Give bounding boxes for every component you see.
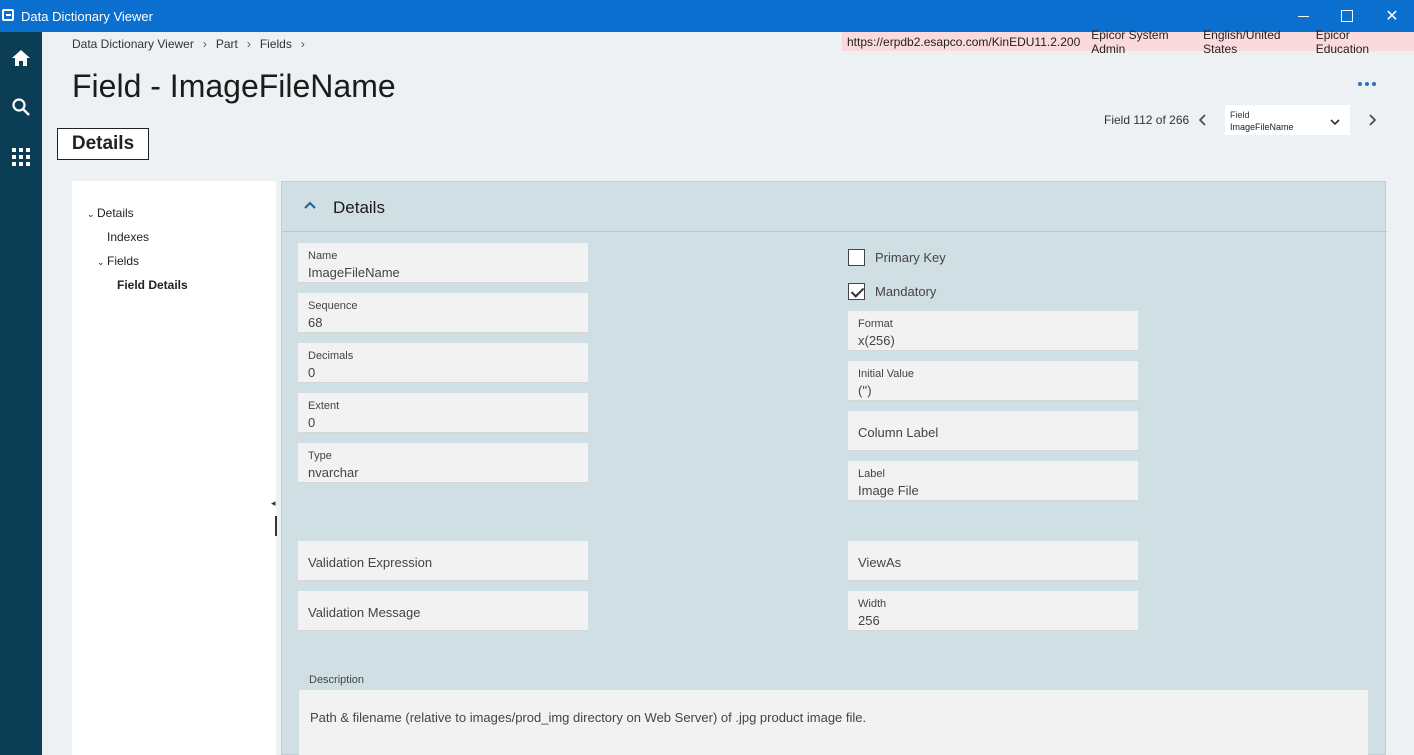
- breadcrumb: Data Dictionary Viewer › Part › Fields ›: [72, 37, 314, 51]
- tree-item-details[interactable]: ⌄ Details: [87, 206, 134, 220]
- home-icon: [12, 50, 30, 66]
- chevron-down-icon: [1330, 119, 1340, 126]
- field-label: Width: [858, 598, 887, 610]
- search-icon: [12, 98, 30, 116]
- field-label: Extent: [308, 400, 340, 412]
- mandatory-checkbox[interactable]: Mandatory: [848, 283, 936, 300]
- decimals-field[interactable]: Decimals 0: [298, 343, 588, 383]
- field-placeholder: Column Label: [858, 425, 939, 440]
- field-value: 0: [308, 415, 316, 430]
- tree-item-label: Fields: [107, 254, 140, 268]
- breadcrumb-separator: ›: [246, 37, 251, 51]
- primary-key-checkbox[interactable]: Primary Key: [848, 249, 946, 266]
- field-placeholder: Validation Expression: [308, 555, 433, 570]
- apps-button[interactable]: [0, 136, 42, 178]
- more-dot-icon: [1365, 82, 1369, 86]
- field-selector[interactable]: Field ImageFileName: [1225, 105, 1350, 135]
- checkbox-box-checked[interactable]: [848, 283, 865, 300]
- checkbox-label: Mandatory: [875, 284, 937, 299]
- field-label: Label: [858, 468, 885, 480]
- field-value: ImageFileName: [308, 265, 400, 280]
- description-label: Description: [309, 674, 365, 686]
- environment-info: https://erpdb2.esapco.com/KinEDU11.2.200…: [842, 28, 1414, 56]
- caret-down-icon: ⌄: [97, 257, 105, 267]
- tree-item-indexes[interactable]: Indexes: [107, 230, 149, 244]
- field-label: Name: [308, 250, 338, 262]
- caret-down-icon: ⌄: [87, 209, 95, 219]
- chevron-up-icon[interactable]: [303, 200, 317, 210]
- record-position: Field 112 of 266: [1104, 113, 1190, 127]
- width-field[interactable]: Width 256: [848, 591, 1138, 631]
- tree-item-label: Field Details: [117, 278, 188, 292]
- breadcrumb-separator: ›: [202, 37, 207, 51]
- field-value: 256: [858, 613, 880, 628]
- tree-item-field-details[interactable]: Field Details: [117, 278, 188, 292]
- details-panel-title: Details: [333, 198, 385, 217]
- tree-item-label: Indexes: [107, 230, 150, 244]
- validation-message-field[interactable]: Validation Message: [298, 591, 588, 631]
- format-field[interactable]: Format x(256): [848, 311, 1138, 351]
- tree-item-label: Details: [97, 206, 134, 220]
- current-company: Epicor Education: [1315, 27, 1370, 56]
- initial-value-field[interactable]: Initial Value (''): [848, 361, 1138, 401]
- app-logo-icon: [2, 9, 14, 21]
- field-placeholder: ViewAs: [858, 555, 902, 570]
- field-selector-value: ImageFileName: [1230, 122, 1294, 132]
- field-value: nvarchar: [308, 465, 359, 480]
- type-field[interactable]: Type nvarchar: [298, 443, 588, 483]
- chevron-left-icon: [1198, 114, 1206, 126]
- apps-grid-icon: [12, 148, 30, 166]
- field-value: Image File: [858, 483, 919, 498]
- field-label: Decimals: [308, 350, 354, 362]
- breadcrumb-separator: ›: [300, 37, 305, 51]
- breadcrumb-item-part[interactable]: Part: [216, 37, 238, 51]
- checkbox-box[interactable]: [848, 249, 865, 266]
- current-language: English/United States: [1203, 27, 1281, 56]
- more-dot-icon: [1372, 82, 1376, 86]
- window-title: Data Dictionary Viewer: [21, 9, 153, 24]
- description-text: Path & filename (relative to images/prod…: [310, 710, 867, 725]
- extent-field[interactable]: Extent 0: [298, 393, 588, 433]
- view-as-field[interactable]: ViewAs: [848, 541, 1138, 581]
- left-nav-rail: [0, 32, 42, 755]
- home-button[interactable]: [0, 37, 42, 79]
- tab-details[interactable]: Details: [57, 128, 149, 160]
- field-label: Type: [308, 450, 332, 462]
- next-record-button[interactable]: [1365, 110, 1379, 130]
- breadcrumb-item-fields[interactable]: Fields: [260, 37, 292, 51]
- previous-record-button[interactable]: [1196, 110, 1210, 130]
- more-options-button[interactable]: [1358, 82, 1376, 86]
- chevron-right-icon: [1369, 114, 1377, 126]
- current-user: Epicor System Admin: [1091, 27, 1169, 56]
- details-panel: Details Name ImageFileName Sequence 68 D…: [281, 181, 1387, 755]
- field-label: Sequence: [308, 300, 358, 312]
- field-label: Initial Value: [858, 368, 915, 380]
- breadcrumb-item-data-dictionary-viewer[interactable]: Data Dictionary Viewer: [72, 37, 194, 51]
- window-titlebar: Data Dictionary Viewer ✕: [0, 0, 1414, 32]
- sequence-field[interactable]: Sequence 68: [298, 293, 588, 333]
- search-button[interactable]: [0, 86, 42, 128]
- column-label-field[interactable]: Column Label: [848, 411, 1138, 451]
- field-selector-label: Field: [1230, 110, 1250, 120]
- splitter-handle[interactable]: [275, 516, 277, 536]
- tree-item-fields[interactable]: ⌄ Fields: [97, 254, 139, 268]
- server-url: https://erpdb2.esapco.com/KinEDU11.2.200: [847, 34, 1081, 49]
- field-value: 0: [308, 365, 316, 380]
- validation-expression-field[interactable]: Validation Expression: [298, 541, 588, 581]
- field-value: x(256): [858, 333, 895, 348]
- field-value: 68: [308, 315, 323, 330]
- label-field[interactable]: Label Image File: [848, 461, 1138, 501]
- checkbox-label: Primary Key: [875, 250, 946, 265]
- name-field[interactable]: Name ImageFileName: [298, 243, 588, 283]
- collapse-splitter-icon[interactable]: ◂: [271, 498, 276, 509]
- field-label: Format: [858, 318, 893, 330]
- field-value: (''): [858, 383, 872, 398]
- page-title: Field - ImageFileName: [72, 68, 396, 104]
- description-textarea[interactable]: Path & filename (relative to images/prod…: [299, 690, 1368, 755]
- tree-navigation: ⌄ Details Indexes ⌄ Fields Field Details: [72, 181, 276, 755]
- field-placeholder: Validation Message: [308, 605, 421, 620]
- more-dot-icon: [1358, 82, 1362, 86]
- details-panel-header[interactable]: Details: [282, 182, 1387, 232]
